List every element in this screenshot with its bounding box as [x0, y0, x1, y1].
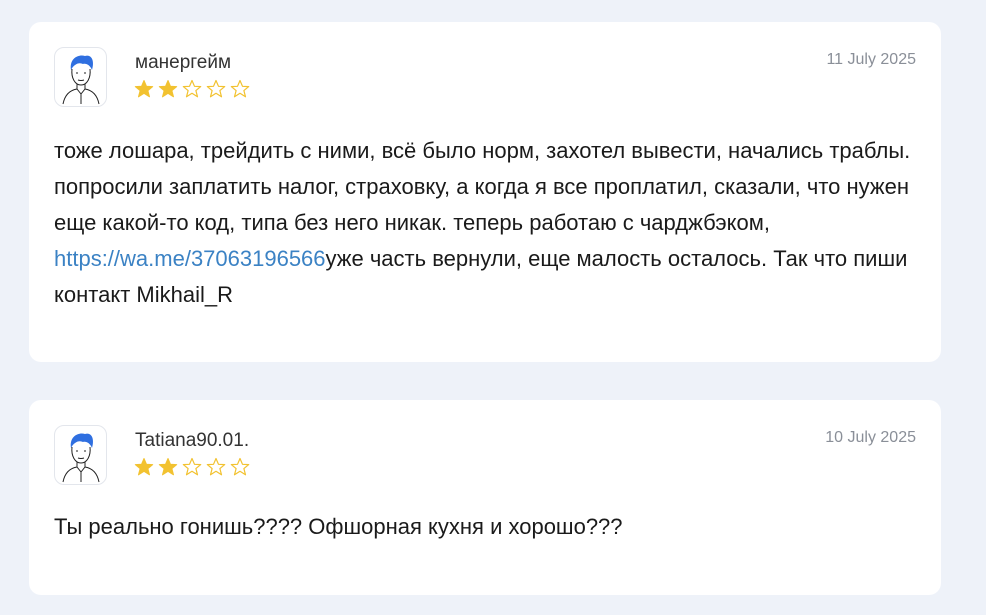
star-filled-icon — [134, 457, 154, 477]
review-card: манергейм 11 July 2025 тоже лошара, трей… — [29, 22, 941, 362]
rating-stars — [134, 79, 254, 99]
star-filled-icon — [134, 79, 154, 99]
user-avatar-icon[interactable] — [54, 47, 107, 107]
review-text: Ты реально гонишь???? Офшорная кухня и х… — [54, 514, 623, 539]
star-empty-icon — [182, 79, 202, 99]
review-card: Tatiana90.01. 10 July 2025 Ты реально го… — [29, 400, 941, 595]
star-empty-icon — [230, 457, 250, 477]
rating-stars — [134, 457, 254, 477]
whatsapp-link[interactable]: https://wa.me/37063196566 — [54, 246, 326, 271]
user-avatar-icon[interactable] — [54, 425, 107, 485]
review-text-part: тоже лошара, трейдить с ними, всё было н… — [54, 138, 911, 235]
star-empty-icon — [206, 79, 226, 99]
star-filled-icon — [158, 79, 178, 99]
review-author: Tatiana90.01. — [135, 430, 250, 451]
star-empty-icon — [182, 457, 202, 477]
star-filled-icon — [158, 457, 178, 477]
review-text: тоже лошара, трейдить с ними, всё было н… — [54, 133, 924, 313]
star-empty-icon — [206, 457, 226, 477]
review-date: 10 July 2025 — [825, 429, 916, 446]
star-empty-icon — [230, 79, 250, 99]
review-author: манергейм — [135, 52, 232, 73]
review-date: 11 July 2025 — [826, 51, 916, 68]
